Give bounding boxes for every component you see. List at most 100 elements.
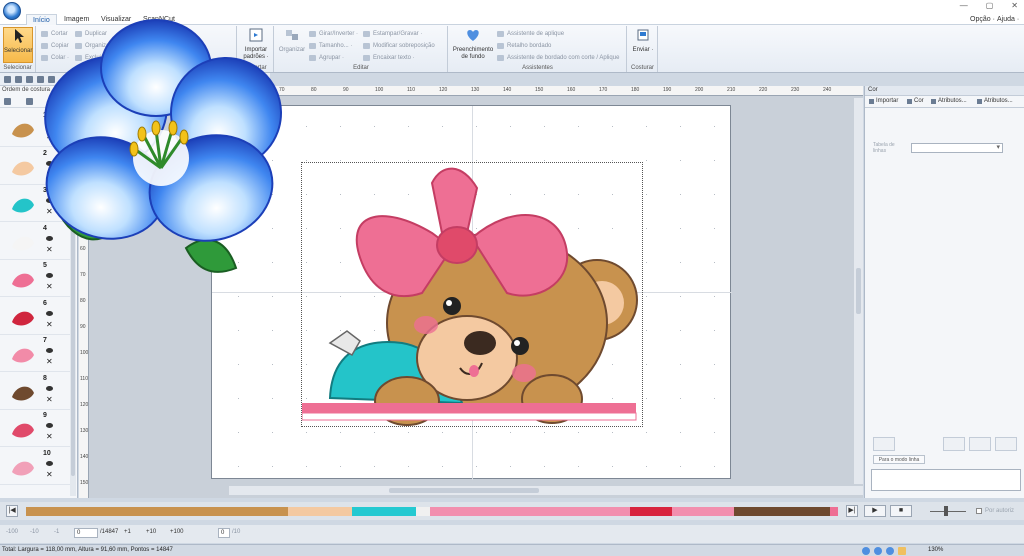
visibility-eye-icon[interactable]	[46, 310, 53, 316]
fit-text-button[interactable]: Encaixar texto ·	[363, 53, 415, 63]
plus-10-button[interactable]: +10	[146, 529, 156, 535]
group-label-select: Selecionar	[3, 65, 32, 71]
canvas-horizontal-scrollbar[interactable]	[229, 486, 863, 495]
view-mode-icon-4[interactable]	[898, 547, 906, 555]
thread-color-segment[interactable]	[630, 507, 672, 516]
grid-dot	[544, 160, 545, 161]
stitch-number-field[interactable]: 0	[74, 528, 98, 538]
thread-color-segment[interactable]	[352, 507, 416, 516]
heart-color-button-1[interactable]	[969, 437, 991, 451]
order-tool-icon-2[interactable]	[26, 98, 33, 105]
stop-button[interactable]: ■	[890, 505, 912, 517]
grid-dot	[612, 160, 613, 161]
help-menu[interactable]: Ajuda ·	[997, 14, 1019, 25]
grid-dot	[476, 126, 477, 127]
sewing-order-item[interactable]: 8 ✕	[0, 373, 70, 410]
view-mode-icon-2[interactable]	[874, 547, 882, 555]
size-button[interactable]: Tamanho... ·	[309, 41, 352, 51]
line-mode-button[interactable]: Para o modo linha	[873, 455, 925, 464]
plus-1-button[interactable]: +1	[124, 529, 131, 535]
applique-wizard-button[interactable]: Assistente de aplique	[497, 29, 564, 39]
color-panel-title: Cor	[868, 87, 878, 93]
tab-attributes-1[interactable]: Atributos...	[931, 98, 967, 104]
sewing-order-item[interactable]: 9 ✕	[0, 410, 70, 447]
group-label-edit: Editar	[353, 65, 369, 71]
close-icon[interactable]: ✕	[1011, 1, 1018, 10]
rotate-flip-button[interactable]: Girar/Inverter ·	[309, 29, 358, 39]
visibility-eye-icon[interactable]	[46, 348, 53, 353]
sewing-order-item[interactable]: 7 ✕	[0, 335, 70, 372]
visibility-eye-icon[interactable]	[46, 460, 53, 466]
remove-x-icon[interactable]: ✕	[46, 395, 53, 404]
play-button[interactable]: ▶	[864, 505, 886, 517]
send-button[interactable]: Enviar ·	[630, 27, 656, 54]
sewing-order-thumbnail	[8, 454, 38, 480]
modify-overlap-button[interactable]: Modificar sobreposição	[363, 41, 435, 51]
thread-color-segment[interactable]	[734, 507, 830, 516]
grid-dot	[646, 364, 647, 365]
patchwork-button[interactable]: Retalho bordado	[497, 41, 551, 51]
new-file-icon[interactable]	[4, 76, 11, 83]
save-icon[interactable]	[26, 76, 33, 83]
color-tool-button-1[interactable]	[873, 437, 895, 451]
grid-dot	[510, 432, 511, 433]
thread-color-segment[interactable]	[26, 507, 288, 516]
color-tool-button-2[interactable]	[943, 437, 965, 451]
select-button[interactable]: Selecionar	[3, 27, 33, 63]
go-start-button[interactable]: |◀	[6, 505, 18, 517]
minus-1-button[interactable]: -1	[54, 529, 59, 535]
sewing-order-item[interactable]: 6 ✕	[0, 298, 70, 335]
thread-table-select[interactable]	[911, 143, 1003, 153]
minus-100-button[interactable]: -100	[6, 529, 18, 535]
view-mode-icon-3[interactable]	[886, 547, 894, 555]
grid-dot	[544, 466, 545, 467]
thread-color-segment[interactable]	[430, 507, 630, 516]
grid-dot	[442, 466, 443, 467]
plus-100-button[interactable]: +100	[170, 529, 184, 535]
group-objects-button[interactable]: Agrupar ·	[309, 53, 344, 63]
tab-attributes-2[interactable]: Atributos...	[977, 98, 1013, 104]
design-page[interactable]	[211, 105, 732, 480]
sewing-order-item[interactable]: 10 ✕	[0, 448, 70, 485]
app-menu-button[interactable]	[3, 2, 21, 20]
minus-10-button[interactable]: -10	[30, 529, 39, 535]
ruler-tick-label: 100	[375, 87, 384, 93]
remove-x-icon[interactable]: ✕	[46, 320, 53, 329]
speed-slider-thumb[interactable]	[944, 506, 948, 516]
thread-color-bar[interactable]	[26, 507, 838, 516]
thread-color-segment[interactable]	[288, 507, 352, 516]
go-end-button[interactable]: ▶|	[846, 505, 858, 517]
visibility-eye-icon[interactable]	[46, 423, 53, 428]
option-menu[interactable]: Opção ·	[970, 14, 995, 25]
visibility-eye-icon[interactable]	[46, 385, 53, 391]
ruler-tick-label: 190	[663, 87, 672, 93]
selection-box[interactable]	[301, 162, 643, 427]
tab-color[interactable]: Cor	[907, 98, 924, 104]
auto-checkbox[interactable]	[976, 508, 982, 514]
remove-x-icon[interactable]: ✕	[46, 283, 53, 291]
order-tool-icon[interactable]	[4, 98, 11, 105]
teddy-bear-embroidery[interactable]	[301, 163, 644, 428]
maximize-icon[interactable]: ▢	[986, 1, 994, 10]
remove-x-icon[interactable]: ✕	[46, 470, 53, 479]
open-file-icon[interactable]	[15, 76, 22, 83]
canvas-vertical-scrollbar[interactable]	[854, 98, 863, 484]
heart-color-button-2[interactable]	[995, 437, 1017, 451]
grid-dot	[408, 432, 409, 433]
page-number-field[interactable]: 0	[218, 528, 230, 538]
speed-slider-track[interactable]	[930, 511, 966, 512]
view-mode-icon-1[interactable]	[862, 547, 870, 555]
tab-import[interactable]: Importar	[869, 98, 898, 104]
minimize-icon[interactable]: —	[960, 1, 968, 10]
background-fill-button[interactable]: Preenchimento de fundo	[451, 27, 495, 61]
thread-color-segment[interactable]	[416, 507, 430, 516]
grid-dot	[680, 160, 681, 161]
group-label-sew: Costurar	[630, 65, 654, 71]
emboss-button[interactable]: Estampar/Gravar ·	[363, 29, 422, 39]
remove-x-icon[interactable]: ✕	[46, 358, 53, 366]
grid-dot	[510, 160, 511, 161]
thread-color-segment[interactable]	[672, 507, 734, 516]
thread-color-segment[interactable]	[830, 507, 838, 516]
remove-x-icon[interactable]: ✕	[46, 433, 53, 441]
cut-applique-wizard-button[interactable]: Assistente de bordado com corte / Apliqu…	[497, 53, 619, 63]
